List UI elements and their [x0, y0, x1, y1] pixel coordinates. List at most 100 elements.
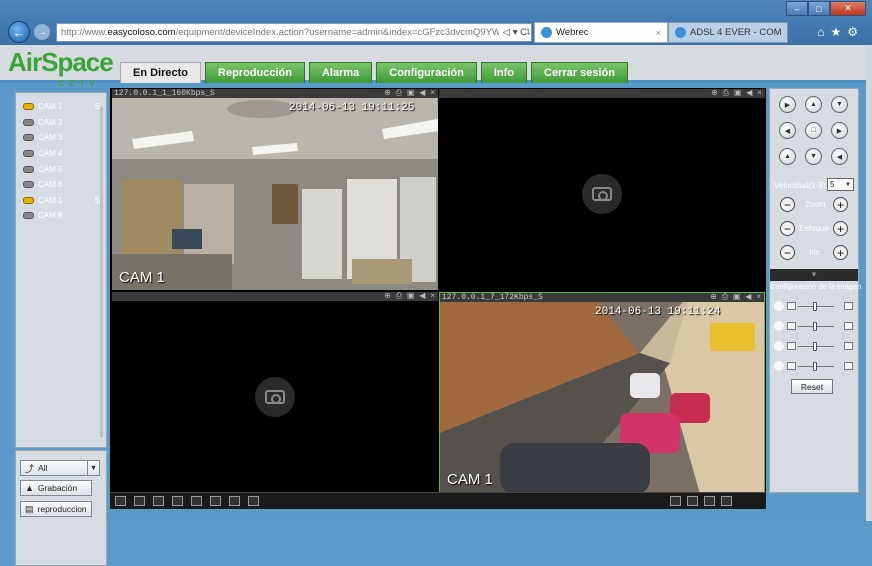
ptz-center-icon[interactable]: □ — [805, 122, 822, 139]
pane-toolbar-icons[interactable]: ⊕ ⎙ ▣ ◀ × — [384, 89, 435, 98]
video-pane-3[interactable]: ⊕ ⎙ ▣ ◀ × — [112, 292, 438, 493]
camera-item[interactable]: CAM 1S — [16, 193, 106, 209]
layout-8-icon[interactable] — [172, 496, 183, 506]
maximize-icon[interactable]: □ — [808, 1, 830, 16]
close-window-icon[interactable]: ✕ — [830, 1, 866, 16]
video-pane-2[interactable]: ⊕ ⎙ ▣ ◀ × — [439, 89, 765, 290]
focus-plus-button[interactable]: + — [833, 221, 848, 236]
chevron-down-icon[interactable]: ▼ — [87, 461, 99, 475]
address-tail[interactable]: ◁ ▾ C — [498, 27, 527, 38]
camera-icon — [23, 118, 34, 126]
address-bar[interactable]: http://www. easycoloso.com/equipment/devi… — [56, 23, 532, 42]
config-collapse-bar[interactable]: ▼ — [770, 269, 858, 281]
camera-item[interactable]: CAM 8 — [16, 208, 106, 224]
pane-toolbar-icons[interactable]: ⊕ ⎙ ▣ ◀ × — [711, 89, 762, 98]
pane-header: 127.0.0.1_1_160Kbps_S ⊕ ⎙ ▣ ◀ × — [112, 89, 438, 98]
camera-list-scrollbar[interactable] — [100, 107, 103, 437]
app-area: AirSpace CCTV En Directo Reproducción Al… — [0, 45, 866, 566]
ptz-down-right-icon[interactable]: ◀ — [831, 148, 848, 165]
focus-minus-button[interactable]: − — [780, 221, 795, 236]
ptz-down-left-icon[interactable]: ▲ — [779, 148, 796, 165]
browser-tab-active[interactable]: Webrec × — [534, 22, 668, 43]
menu-reproduccion[interactable]: Reproducción — [205, 62, 305, 83]
ptz-left-icon[interactable]: ◀ — [779, 122, 796, 139]
zoom-label: Zoom — [805, 200, 826, 209]
full-view-icon[interactable] — [687, 496, 698, 506]
layout-16-icon[interactable] — [115, 496, 126, 506]
ptz-right-icon[interactable]: ▶ — [831, 122, 848, 139]
address-path: /equipment/deviceIndex.action?username=a… — [175, 27, 531, 38]
hue-slider[interactable] — [774, 361, 856, 371]
select-all-dropdown[interactable]: ⤴ All ▼ — [20, 460, 100, 476]
menu-cerrar-sesion[interactable]: Cerrar sesión — [531, 62, 628, 83]
camera-item[interactable]: CAM 6 — [16, 177, 106, 193]
page-scrollbar[interactable] — [866, 45, 872, 521]
forward-arrow-icon[interactable]: → — [33, 23, 51, 41]
window-controls: – □ ✕ — [786, 1, 866, 16]
ptz-up-icon[interactable]: ▲ — [805, 96, 822, 113]
single-view-icon[interactable] — [670, 496, 681, 506]
back-arrow-icon[interactable]: ← — [8, 21, 30, 43]
grabacion-button[interactable]: ▲ Grabación — [20, 480, 92, 496]
camera-icon — [23, 212, 34, 220]
layout-1-icon[interactable] — [248, 496, 259, 506]
image-config-title: Configuración de la imagen — [770, 282, 862, 291]
star-icon[interactable]: ★ — [830, 25, 847, 39]
iris-minus-button[interactable]: − — [780, 245, 795, 260]
layout-toolbar — [110, 492, 766, 509]
pane-toolbar-icons[interactable]: ⊕ ⎙ ▣ ◀ × — [384, 292, 435, 301]
layout-3-icon[interactable] — [229, 496, 240, 506]
layout-6-icon[interactable] — [191, 496, 202, 506]
grid-view-icon[interactable] — [704, 496, 715, 506]
camera-list: CAM 1S CAM 2 CAM 3 CAM 4 CAM 5 CAM 6 CAM… — [15, 92, 107, 448]
fullscreen-icon[interactable] — [721, 496, 732, 506]
reset-button[interactable]: Reset — [791, 379, 833, 394]
layout-9-icon[interactable] — [153, 496, 164, 506]
zoom-plus-button[interactable]: + — [833, 197, 848, 212]
tab-active-label: Webrec — [556, 27, 589, 38]
left-controls: ⤴ All ▼ ▲ Grabación ▤ reproduccion — [15, 450, 107, 566]
layout-4-icon[interactable] — [210, 496, 221, 506]
reproduccion-button[interactable]: ▤ reproduccion — [20, 501, 92, 517]
minimize-icon[interactable]: – — [786, 1, 808, 16]
brightness-slider[interactable] — [774, 301, 856, 311]
menu-alarma[interactable]: Alarma — [308, 62, 373, 83]
camera-item[interactable]: CAM 1S — [16, 99, 106, 115]
menu-en-directo[interactable]: En Directo — [120, 62, 202, 83]
home-icon[interactable]: ⌂ — [817, 25, 830, 39]
video-pane-4[interactable]: 127.0.0.1_7_172Kbps_S ⊕ ⎙ ▣ ◀ × 2014-06-1… — [439, 292, 765, 493]
close-tab-icon[interactable]: × — [656, 28, 661, 38]
contrast-slider[interactable] — [774, 321, 856, 331]
tab-other-label: ADSL 4 EVER - COM — [690, 27, 782, 38]
menu-info[interactable]: Info — [480, 62, 527, 83]
film-icon: ▤ — [25, 503, 34, 514]
zoom-minus-button[interactable]: − — [780, 197, 795, 212]
gear-icon[interactable]: ⚙ — [847, 25, 864, 39]
browser-titlebar: ← → http://www. easycoloso.com/equipment/… — [0, 0, 872, 45]
camera-icon — [23, 150, 34, 158]
brightness-icon — [774, 301, 784, 311]
chevron-down-icon: ▼ — [810, 270, 818, 279]
menu-configuracion[interactable]: Configuración — [376, 62, 477, 83]
camera-item[interactable]: CAM 5 — [16, 161, 106, 177]
ptz-down-icon[interactable]: ▼ — [805, 148, 822, 165]
iris-plus-button[interactable]: + — [833, 245, 848, 260]
camera-item[interactable]: CAM 4 — [16, 146, 106, 162]
video-pane-1[interactable]: 127.0.0.1_1_160Kbps_S ⊕ ⎙ ▣ ◀ × 2014-06-1… — [112, 89, 438, 290]
video-grid: 127.0.0.1_1_160Kbps_S ⊕ ⎙ ▣ ◀ × 2014-06-1… — [110, 88, 766, 493]
ptz-up-right-icon[interactable]: ▼ — [831, 96, 848, 113]
saturation-slider[interactable] — [774, 341, 856, 351]
pane-header: ⊕ ⎙ ▣ ◀ × — [112, 292, 438, 301]
hue-icon — [774, 361, 784, 371]
camera-item[interactable]: CAM 3 — [16, 130, 106, 146]
saturation-icon — [774, 341, 784, 351]
ptz-up-left-icon[interactable]: ▶ — [779, 96, 796, 113]
speed-select[interactable]: 5 ▼ — [827, 178, 854, 191]
camera-item[interactable]: CAM 2 — [16, 115, 106, 131]
pane-toolbar-icons[interactable]: ⊕ ⎙ ▣ ◀ × — [710, 293, 761, 302]
camera-icon — [23, 103, 34, 111]
layout-13-icon[interactable] — [134, 496, 145, 506]
browser-tab[interactable]: ADSL 4 EVER - COM — [668, 22, 788, 43]
share-icon: ⤴ — [25, 463, 35, 474]
iris-label: Iris — [809, 248, 820, 257]
